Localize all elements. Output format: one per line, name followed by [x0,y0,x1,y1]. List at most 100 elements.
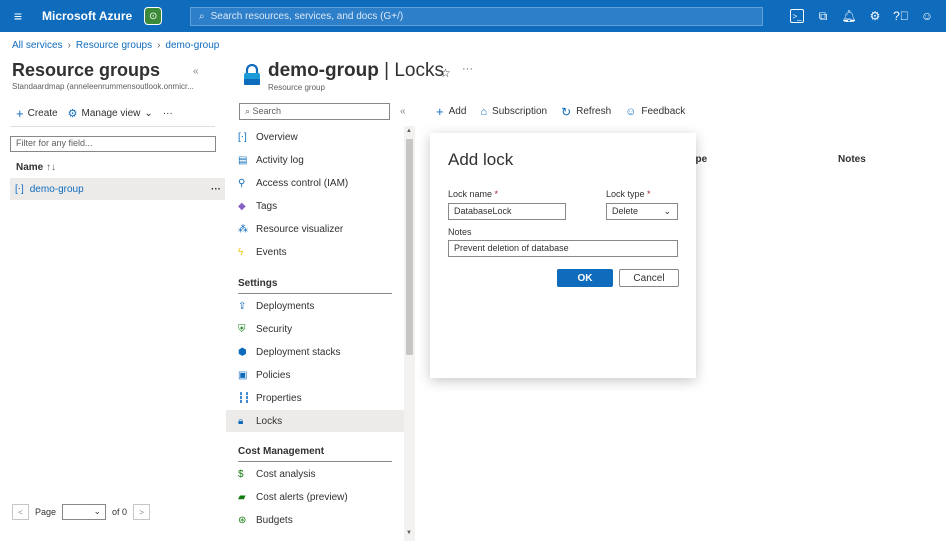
required-marker: * [647,189,651,199]
refresh-button[interactable]: ↻ Refresh [561,105,611,119]
ok-button[interactable]: OK [557,269,613,287]
collapse-icon[interactable]: « [193,66,199,77]
lock-type-value: Delete [612,206,639,216]
cloud-shell-icon[interactable]: >_ [790,9,804,23]
nav-item-cost-analysis[interactable]: $ Cost analysis [226,463,404,485]
visualizer-icon: ⁂ [238,223,248,235]
refresh-label: Refresh [576,106,612,117]
events-icon: ϟ [238,246,244,258]
gear-icon: ⚙ [67,108,78,120]
favorite-star-icon[interactable]: ☆ [440,66,451,80]
nav-item-events[interactable]: ϟ Events [226,241,404,263]
nav-item-security[interactable]: ⛨ Security [226,318,404,340]
lock-name-label-text: Lock name [448,189,493,199]
directory-subtitle: Standaardmap (anneleenrummensoutlook.onm… [12,82,194,91]
nav-item-label: Events [256,246,287,258]
nav-item-budgets[interactable]: ⊛ Budgets [226,509,404,531]
subscription-button[interactable]: ⌂ Subscription [480,106,547,118]
budgets-icon: ⊛ [238,514,247,526]
page-select[interactable]: ⌄ [62,504,107,520]
nav-item-label: Locks [256,415,283,427]
iam-icon: ⚲ [238,177,246,189]
resource-group-name[interactable]: demo-group [30,184,84,195]
nav-item-overview[interactable]: [⋅] Overview [226,126,404,148]
table-row[interactable]: [⋅] demo-group ··· [10,178,225,200]
create-label: Create [27,108,58,119]
cost-alerts-icon: ▰ [238,491,246,503]
nav-item-deployments[interactable]: ⇪ Deployments [226,295,404,317]
breadcrumb-demo-group[interactable]: demo-group [165,40,219,51]
chevron-down-icon: ⌄ [144,108,153,119]
nav-item-deployment-stacks[interactable]: ⬢ Deployment stacks [226,341,404,363]
manage-view-button[interactable]: ⚙ Manage view ⌄ [68,107,153,120]
menu-search-input[interactable]: ⌕ Search [239,103,390,120]
breadcrumb-resource-groups[interactable]: Resource groups [76,40,152,51]
more-options-icon[interactable]: ··· [163,108,173,119]
top-bar: ≡ Microsoft Azure ⊙ ⌕ Search resources, … [0,0,946,32]
create-button[interactable]: + Create [16,106,58,121]
nav-item-properties[interactable]: ┇┇ Properties [226,387,404,409]
dialog-title: Add lock [448,150,514,169]
scroll-up-icon[interactable]: ▲ [406,128,412,134]
more-options-icon[interactable]: ··· [462,63,473,75]
nav-item-resource-visualizer[interactable]: ⁂ Resource visualizer [226,218,404,240]
directory-filter-icon[interactable]: ⧉ [810,5,836,27]
feedback-label: Feedback [641,106,686,117]
nav-item-activity-log[interactable]: ▤ Activity log [226,149,404,171]
nav-section-settings[interactable]: Settings [238,278,277,289]
cancel-button[interactable]: Cancel [619,269,679,287]
resource-type: Resource group [268,83,325,92]
lock-name-input[interactable]: DatabaseLock [448,203,566,220]
notes-input[interactable]: Prevent deletion of database [448,240,678,257]
lock-type-dropdown[interactable]: Delete ⌄ [606,203,678,220]
subscription-label: Subscription [492,106,548,117]
feedback-button[interactable]: ☺ Feedback [625,106,685,118]
add-label: Add [448,106,467,117]
overview-icon: [⋅] [238,131,247,143]
brand-name[interactable]: Microsoft Azure [42,9,132,23]
nav-item-label: Security [256,323,293,335]
add-lock-dialog: Add lock Lock name * DatabaseLock Lock t… [430,133,696,378]
page-title: Resource groups [12,60,161,80]
nav-item-cost-alerts[interactable]: ▰ Cost alerts (preview) [226,486,404,508]
nav-item-label: Cost alerts (preview) [256,491,348,503]
scroll-down-icon[interactable]: ▼ [406,530,412,536]
cost-analysis-icon: $ [238,468,244,480]
global-search-input[interactable]: ⌕ Search resources, services, and docs (… [190,7,763,26]
breadcrumb: All services › Resource groups › demo-gr… [12,40,219,51]
nav-item-tags[interactable]: ◆ Tags [226,195,404,217]
nav-item-locks[interactable]: 🔒︎ Locks [226,410,404,432]
nav-item-policies[interactable]: ▣ Policies [226,364,404,386]
nav-item-iam[interactable]: ⚲ Access control (IAM) [226,172,404,194]
notes-label: Notes [448,227,472,237]
scrollbar-thumb[interactable] [406,139,413,355]
resource-title: demo-group | Locks [268,60,444,82]
previous-page-button[interactable]: < [12,504,29,520]
lock-icon [244,64,260,85]
settings-icon[interactable]: ⚙ [862,5,888,27]
policies-icon: ▣ [238,369,248,381]
add-button[interactable]: + Add [436,104,466,119]
column-header-name[interactable]: Name ↑↓ [16,162,56,173]
divider [238,461,392,462]
row-more-icon[interactable]: ··· [211,184,221,195]
nav-item-label: Budgets [256,514,293,526]
help-icon[interactable]: ?⃝ [888,5,914,27]
feedback-icon[interactable]: ☺ [914,5,940,27]
page-of-label: of 0 [112,507,128,517]
breadcrumb-all-services[interactable]: All services [12,40,63,51]
copilot-icon[interactable]: ⊙ [144,7,163,25]
notifications-icon[interactable]: 🔔︎ [836,5,862,27]
hamburger-menu-icon[interactable]: ≡ [0,0,36,32]
collapse-menu-icon[interactable]: « [400,106,406,117]
column-header-notes: Notes [838,154,866,165]
nav-section-cost-management[interactable]: Cost Management [238,446,324,457]
properties-icon: ┇┇ [238,392,251,404]
filter-input[interactable]: Filter for any field... [10,136,216,152]
lock-type-label-text: Lock type [606,189,645,199]
page-label: Page [35,507,57,517]
feedback-icon: ☺ [625,105,637,118]
chevron-right-icon: › [67,40,71,51]
next-page-button[interactable]: > [133,504,151,520]
resource-group-icon: [⋅] [15,183,24,195]
